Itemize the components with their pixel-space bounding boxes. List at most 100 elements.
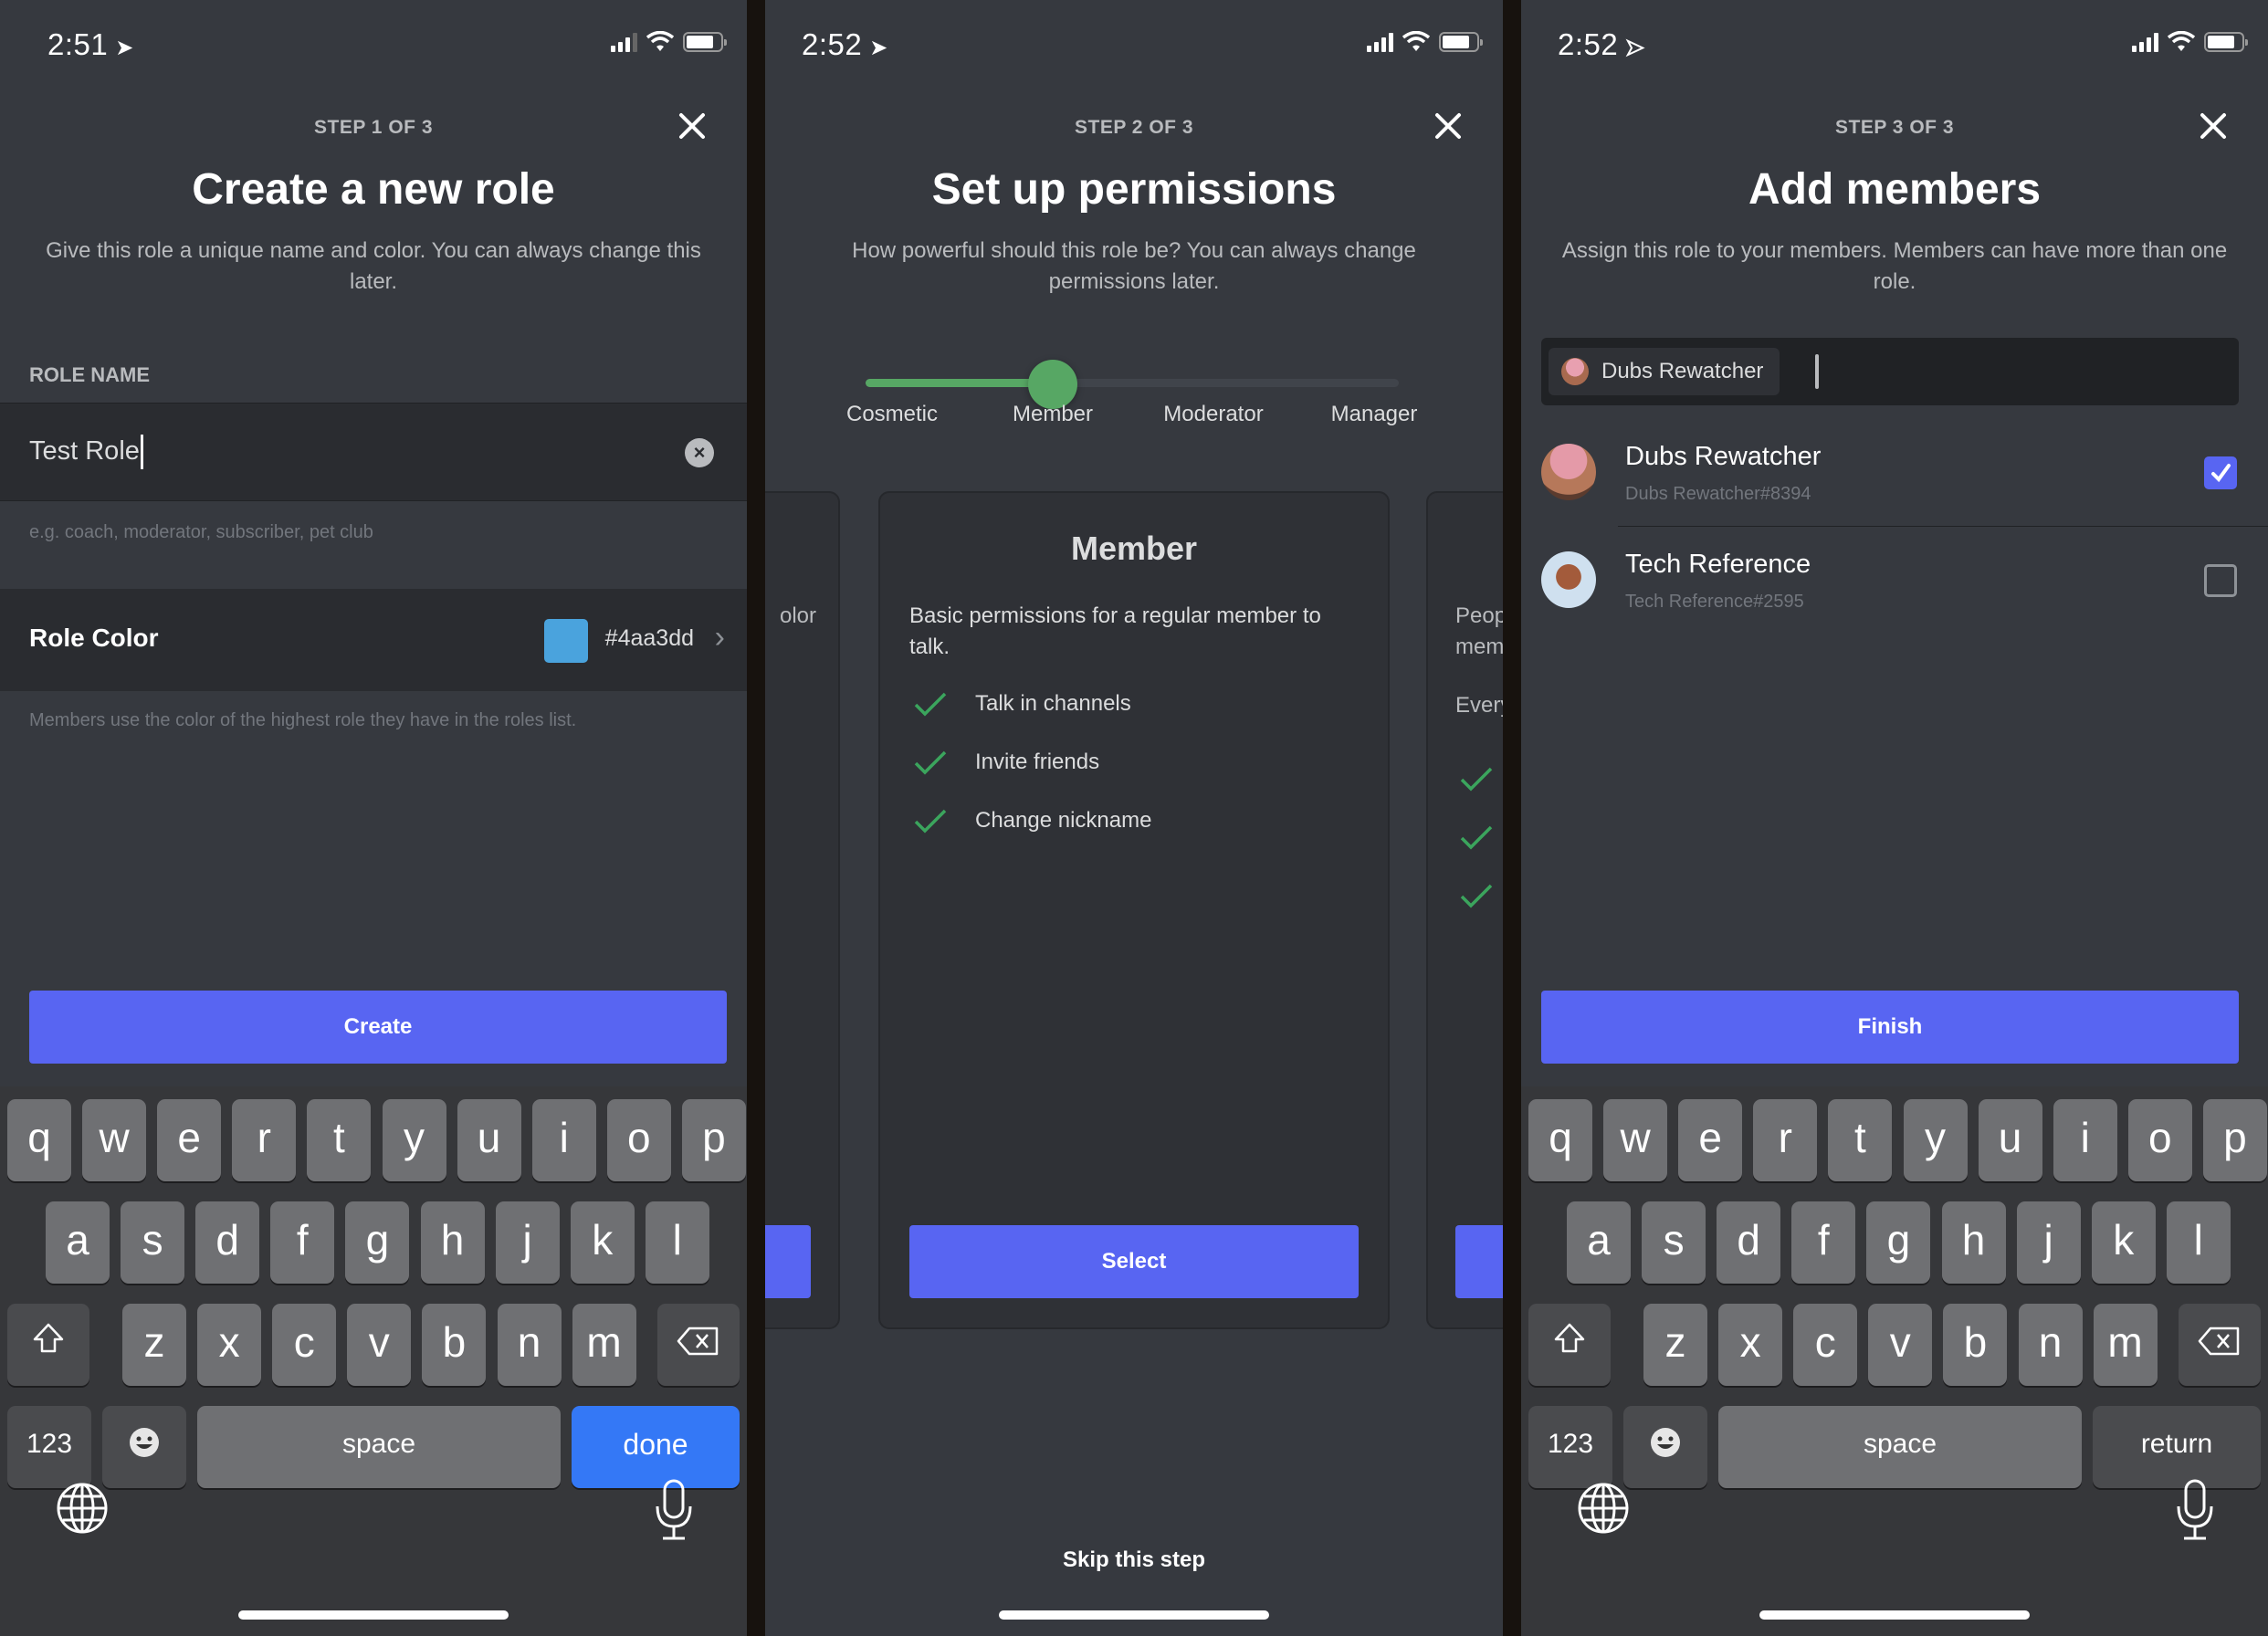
key-h[interactable]: h bbox=[420, 1201, 485, 1284]
key-g[interactable]: g bbox=[1866, 1201, 1931, 1284]
key-h[interactable]: h bbox=[1941, 1201, 2006, 1284]
key-k[interactable]: k bbox=[2091, 1201, 2156, 1284]
key-v[interactable]: v bbox=[1868, 1304, 1933, 1386]
permission-level-option[interactable]: Member bbox=[1013, 402, 1093, 427]
key-s[interactable]: s bbox=[1642, 1201, 1706, 1284]
member-row[interactable]: Dubs Rewatcher Dubs Rewatcher#8394 bbox=[1521, 418, 2268, 526]
key-g[interactable]: g bbox=[345, 1201, 410, 1284]
select-button[interactable] bbox=[1455, 1225, 1503, 1298]
key-u[interactable]: u bbox=[457, 1099, 521, 1181]
key-q[interactable]: q bbox=[7, 1099, 71, 1181]
key-q[interactable]: q bbox=[1528, 1099, 1592, 1181]
key-i[interactable]: i bbox=[531, 1099, 596, 1181]
key-w[interactable]: w bbox=[1603, 1099, 1668, 1181]
role-name-placeholder-hint: e.g. coach, moderator, subscriber, pet c… bbox=[29, 522, 373, 542]
key-b[interactable]: b bbox=[422, 1304, 487, 1386]
select-button[interactable]: Select bbox=[909, 1225, 1359, 1298]
space-key[interactable]: space bbox=[1718, 1406, 2082, 1488]
permission-card-moderator[interactable]: Peopmem Every bbox=[1426, 491, 1503, 1329]
done-key[interactable]: done bbox=[572, 1406, 740, 1488]
key-p[interactable]: p bbox=[681, 1099, 746, 1181]
finish-button[interactable]: Finish bbox=[1541, 991, 2239, 1064]
close-icon[interactable] bbox=[1430, 108, 1466, 144]
key-l[interactable]: l bbox=[2166, 1201, 2231, 1284]
key-k[interactable]: k bbox=[570, 1201, 635, 1284]
key-n[interactable]: n bbox=[497, 1304, 562, 1386]
microphone-icon[interactable] bbox=[2175, 1479, 2215, 1541]
close-icon[interactable] bbox=[2195, 108, 2231, 144]
check-icon bbox=[914, 809, 947, 834]
emoji-key[interactable] bbox=[1623, 1406, 1707, 1488]
backspace-key[interactable] bbox=[657, 1304, 740, 1386]
emoji-key[interactable] bbox=[102, 1406, 186, 1488]
key-e[interactable]: e bbox=[1678, 1099, 1743, 1181]
numbers-key[interactable]: 123 bbox=[7, 1406, 91, 1488]
status-bar: 2:52 ➤ bbox=[765, 26, 1503, 66]
select-button[interactable] bbox=[765, 1225, 811, 1298]
status-time: 2:52 ➤ bbox=[802, 27, 888, 61]
member-checkbox[interactable] bbox=[2204, 456, 2237, 489]
key-d[interactable]: d bbox=[1717, 1201, 1781, 1284]
return-key[interactable]: return bbox=[2093, 1406, 2261, 1488]
microphone-icon[interactable] bbox=[654, 1479, 694, 1541]
create-button[interactable]: Create bbox=[29, 991, 727, 1064]
permission-card-cosmetic[interactable]: olor bbox=[765, 491, 840, 1329]
key-e[interactable]: e bbox=[157, 1099, 222, 1181]
member-row[interactable]: Tech Reference Tech Reference#2595 bbox=[1521, 526, 2268, 634]
key-v[interactable]: v bbox=[347, 1304, 412, 1386]
skip-step-link[interactable]: Skip this step bbox=[765, 1547, 1503, 1573]
globe-icon[interactable] bbox=[55, 1481, 110, 1536]
home-indicator bbox=[1759, 1610, 2030, 1620]
globe-icon[interactable] bbox=[1576, 1481, 1631, 1536]
key-a[interactable]: a bbox=[1567, 1201, 1631, 1284]
member-checkbox[interactable] bbox=[2204, 564, 2237, 597]
shift-key[interactable] bbox=[7, 1304, 89, 1386]
key-o[interactable]: o bbox=[606, 1099, 671, 1181]
key-s[interactable]: s bbox=[121, 1201, 185, 1284]
step-indicator: STEP 1 OF 3 bbox=[314, 117, 433, 138]
key-o[interactable]: o bbox=[2127, 1099, 2192, 1181]
selected-member-chip[interactable]: Dubs Rewatcher bbox=[1549, 348, 1780, 395]
key-w[interactable]: w bbox=[82, 1099, 147, 1181]
key-p[interactable]: p bbox=[2202, 1099, 2267, 1181]
key-r[interactable]: r bbox=[1753, 1099, 1818, 1181]
home-indicator bbox=[238, 1610, 509, 1620]
key-n[interactable]: n bbox=[2018, 1304, 2083, 1386]
key-m[interactable]: m bbox=[572, 1304, 636, 1386]
close-icon[interactable] bbox=[674, 108, 710, 144]
key-f[interactable]: f bbox=[270, 1201, 335, 1284]
key-r[interactable]: r bbox=[232, 1099, 297, 1181]
key-z[interactable]: z bbox=[122, 1304, 186, 1386]
key-u[interactable]: u bbox=[1978, 1099, 2042, 1181]
key-j[interactable]: j bbox=[495, 1201, 560, 1284]
key-i[interactable]: i bbox=[2053, 1099, 2117, 1181]
key-a[interactable]: a bbox=[46, 1201, 110, 1284]
key-y[interactable]: y bbox=[1903, 1099, 1968, 1181]
key-z[interactable]: z bbox=[1643, 1304, 1707, 1386]
key-d[interactable]: d bbox=[195, 1201, 260, 1284]
permission-level-option[interactable]: Moderator bbox=[1163, 402, 1263, 427]
role-name-input[interactable]: Test Role × bbox=[0, 403, 747, 501]
role-color-row[interactable]: Role Color #4aa3dd › bbox=[0, 589, 747, 691]
key-c[interactable]: c bbox=[272, 1304, 337, 1386]
key-y[interactable]: y bbox=[382, 1099, 446, 1181]
key-x[interactable]: x bbox=[197, 1304, 262, 1386]
key-b[interactable]: b bbox=[1943, 1304, 2008, 1386]
shift-key[interactable] bbox=[1528, 1304, 1611, 1386]
key-j[interactable]: j bbox=[2016, 1201, 2081, 1284]
member-search-input[interactable]: Dubs Rewatcher bbox=[1541, 338, 2239, 405]
checkmark-icon bbox=[2211, 464, 2231, 483]
numbers-key[interactable]: 123 bbox=[1528, 1406, 1612, 1488]
key-t[interactable]: t bbox=[307, 1099, 372, 1181]
key-l[interactable]: l bbox=[645, 1201, 709, 1284]
permission-level-option[interactable]: Manager bbox=[1331, 402, 1418, 427]
permission-level-option[interactable]: Cosmetic bbox=[846, 402, 938, 427]
key-m[interactable]: m bbox=[2093, 1304, 2158, 1386]
key-c[interactable]: c bbox=[1793, 1304, 1858, 1386]
clear-input-icon[interactable]: × bbox=[685, 438, 714, 467]
key-t[interactable]: t bbox=[1828, 1099, 1893, 1181]
space-key[interactable]: space bbox=[197, 1406, 561, 1488]
backspace-key[interactable] bbox=[2179, 1304, 2261, 1386]
key-x[interactable]: x bbox=[1718, 1304, 1783, 1386]
key-f[interactable]: f bbox=[1791, 1201, 1856, 1284]
